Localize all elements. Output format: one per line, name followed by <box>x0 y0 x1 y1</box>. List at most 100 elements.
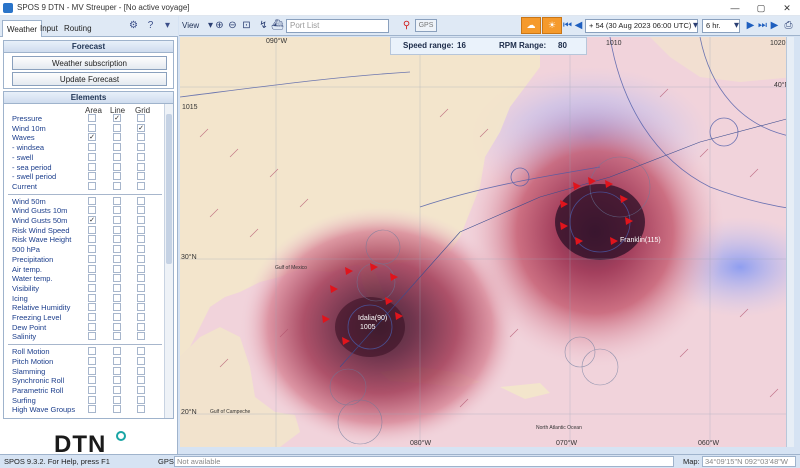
area-checkbox[interactable] <box>88 162 96 171</box>
area-checkbox[interactable] <box>88 332 96 341</box>
line-checkbox[interactable] <box>113 264 121 273</box>
line-checkbox[interactable] <box>113 385 121 394</box>
last-step-icon[interactable]: ⏭ <box>757 19 768 33</box>
grid-checkbox[interactable] <box>137 152 145 161</box>
area-checkbox[interactable] <box>88 235 96 244</box>
line-checkbox[interactable] <box>113 254 121 263</box>
chevron-down-icon[interactable]: ▾ <box>161 19 174 32</box>
grid-checkbox[interactable] <box>137 206 145 215</box>
grid-checkbox[interactable] <box>137 225 145 234</box>
area-checkbox[interactable] <box>88 366 96 375</box>
area-checkbox[interactable] <box>88 293 96 302</box>
area-checkbox[interactable] <box>88 114 96 122</box>
area-checkbox[interactable] <box>88 123 96 132</box>
line-checkbox[interactable] <box>113 123 121 132</box>
area-checkbox[interactable] <box>88 385 96 394</box>
area-checkbox[interactable] <box>88 283 96 292</box>
line-checkbox[interactable] <box>113 206 121 215</box>
help-icon[interactable]: ? <box>144 19 157 32</box>
grid-checkbox[interactable] <box>137 366 145 375</box>
grid-checkbox[interactable] <box>137 332 145 341</box>
line-checkbox[interactable] <box>113 366 121 375</box>
area-checkbox[interactable] <box>88 206 96 215</box>
zoom-extent-icon[interactable]: ⊡ <box>240 19 253 33</box>
grid-checkbox[interactable] <box>137 245 145 254</box>
grid-checkbox[interactable] <box>137 313 145 321</box>
grid-checkbox[interactable] <box>137 293 145 302</box>
area-checkbox[interactable] <box>88 181 96 190</box>
grid-checkbox[interactable] <box>137 162 145 171</box>
ship-icon[interactable]: ⛴ <box>271 19 284 33</box>
grid-checkbox[interactable] <box>137 143 145 152</box>
location-pin-icon[interactable]: ⚲ <box>400 19 413 33</box>
grid-checkbox[interactable] <box>137 405 145 414</box>
port-list-input[interactable]: Port List <box>286 19 389 33</box>
zoom-in-icon[interactable]: ⊕ <box>213 19 226 33</box>
area-checkbox[interactable] <box>88 152 96 161</box>
line-checkbox[interactable] <box>113 356 121 365</box>
line-checkbox[interactable] <box>113 395 121 404</box>
line-checkbox[interactable] <box>113 196 121 205</box>
grid-checkbox[interactable] <box>137 395 145 404</box>
line-checkbox[interactable] <box>113 143 121 152</box>
update-forecast-button[interactable]: Update Forecast <box>12 72 167 86</box>
elements-scrollbar[interactable] <box>164 104 173 418</box>
line-checkbox[interactable] <box>113 133 121 142</box>
area-checkbox[interactable] <box>88 356 96 365</box>
grid-checkbox[interactable] <box>137 133 145 142</box>
line-checkbox[interactable]: ✓ <box>113 114 121 122</box>
grid-checkbox[interactable] <box>137 235 145 244</box>
grid-checkbox[interactable]: ✓ <box>137 123 145 132</box>
grid-checkbox[interactable] <box>137 347 145 356</box>
area-checkbox[interactable] <box>88 303 96 312</box>
forecast-time-select[interactable]: + 54 (30 Aug 2023 06:00 UTC) <box>585 19 698 33</box>
area-checkbox[interactable] <box>88 264 96 273</box>
area-checkbox[interactable] <box>88 322 96 331</box>
grid-checkbox[interactable] <box>137 114 145 122</box>
grid-checkbox[interactable] <box>137 172 145 181</box>
line-checkbox[interactable] <box>113 376 121 385</box>
line-checkbox[interactable] <box>113 322 121 331</box>
step-dropdown-icon[interactable]: ▾ <box>730 19 743 33</box>
area-checkbox[interactable] <box>88 395 96 404</box>
scrollbar-thumb[interactable] <box>166 114 172 264</box>
area-checkbox[interactable] <box>88 245 96 254</box>
grid-checkbox[interactable] <box>137 376 145 385</box>
time-dropdown-icon[interactable]: ▾ <box>689 19 702 33</box>
grid-checkbox[interactable] <box>137 303 145 312</box>
line-checkbox[interactable] <box>113 216 121 224</box>
area-checkbox[interactable]: ✓ <box>88 216 96 224</box>
line-checkbox[interactable] <box>113 313 121 321</box>
line-checkbox[interactable] <box>113 181 121 190</box>
first-step-icon[interactable]: ⏮ <box>562 19 573 33</box>
line-checkbox[interactable] <box>113 152 121 161</box>
previous-step-icon[interactable]: ◀ <box>573 19 584 33</box>
zoom-out-icon[interactable]: ⊖ <box>226 19 239 33</box>
maximize-button[interactable]: ▢ <box>748 0 774 16</box>
area-checkbox[interactable] <box>88 225 96 234</box>
grid-checkbox[interactable] <box>137 254 145 263</box>
grid-checkbox[interactable] <box>137 356 145 365</box>
minimize-button[interactable]: — <box>722 0 748 16</box>
weather-overlay-icon[interactable]: ☀ <box>542 17 562 34</box>
grid-checkbox[interactable] <box>137 283 145 292</box>
tab-input[interactable]: Input <box>36 20 62 37</box>
grid-checkbox[interactable] <box>137 322 145 331</box>
grid-checkbox[interactable] <box>137 264 145 273</box>
gear-icon[interactable]: ⚙ <box>127 19 140 32</box>
area-checkbox[interactable]: ✓ <box>88 133 96 142</box>
line-checkbox[interactable] <box>113 303 121 312</box>
grid-checkbox[interactable] <box>137 181 145 190</box>
line-checkbox[interactable] <box>113 405 121 414</box>
line-checkbox[interactable] <box>113 162 121 171</box>
weather-play-icon[interactable]: ☁ <box>521 17 541 34</box>
map-scrollbar[interactable] <box>786 37 794 447</box>
grid-checkbox[interactable] <box>137 196 145 205</box>
close-button[interactable]: ✕ <box>774 0 800 16</box>
area-checkbox[interactable] <box>88 196 96 205</box>
area-checkbox[interactable] <box>88 172 96 181</box>
line-checkbox[interactable] <box>113 245 121 254</box>
line-checkbox[interactable] <box>113 283 121 292</box>
grid-checkbox[interactable] <box>137 385 145 394</box>
line-checkbox[interactable] <box>113 293 121 302</box>
